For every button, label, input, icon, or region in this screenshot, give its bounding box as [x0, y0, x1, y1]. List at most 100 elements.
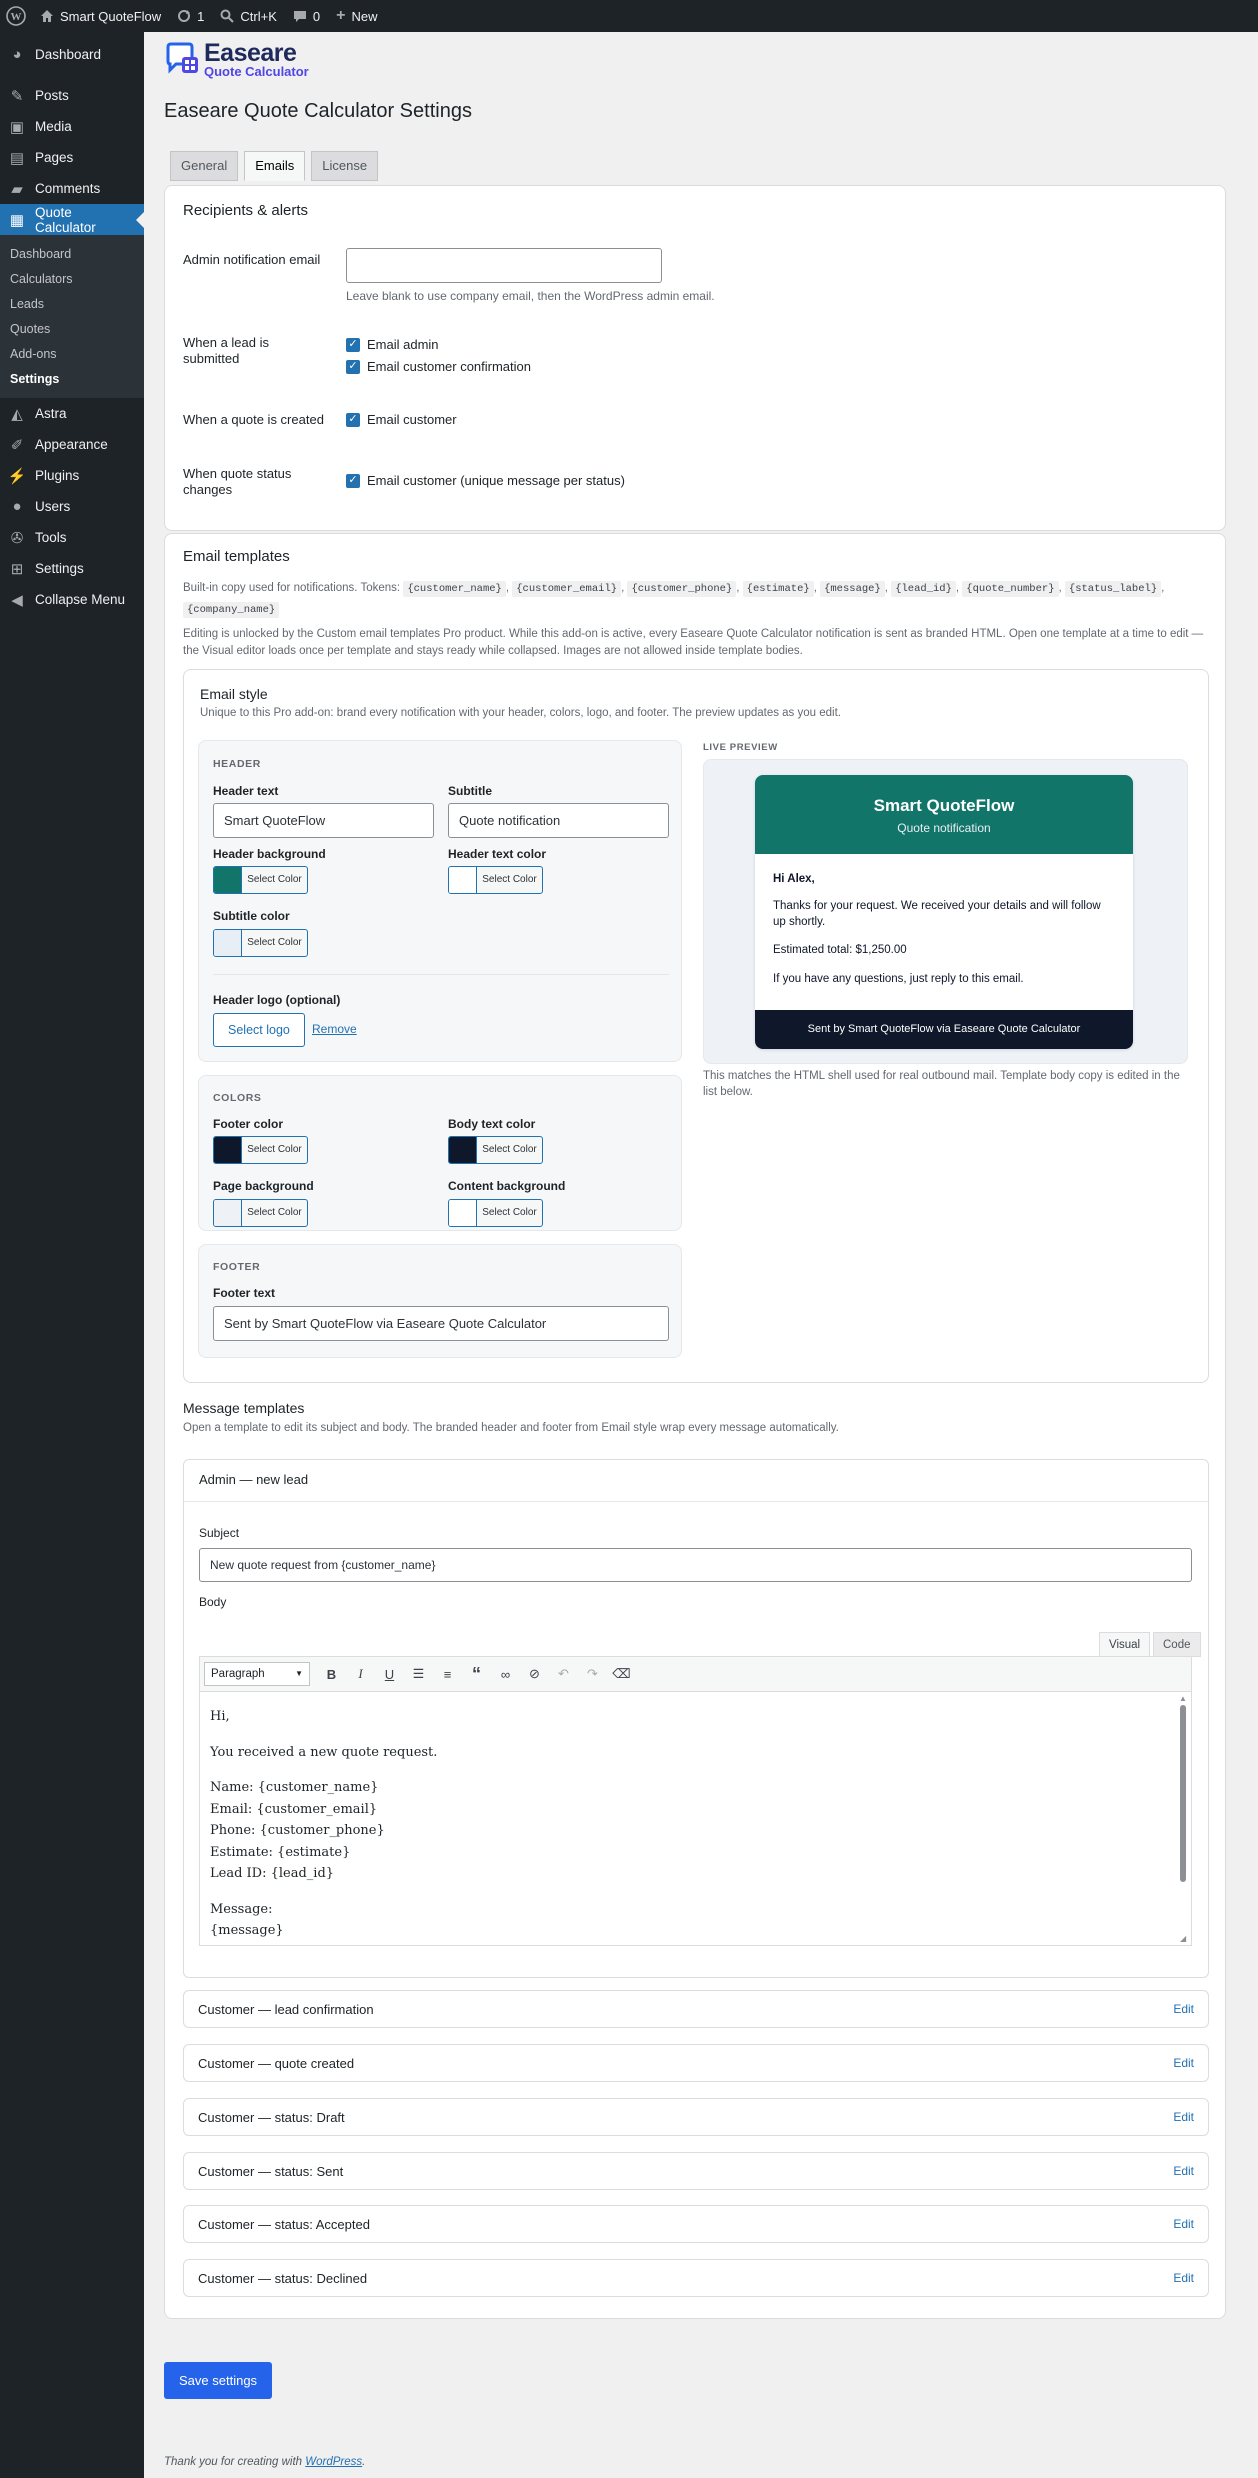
- menu-dashboard[interactable]: ◕ Dashboard: [0, 39, 144, 70]
- tab-license[interactable]: License: [311, 151, 379, 181]
- underline-icon[interactable]: U: [376, 1661, 403, 1687]
- body-line: Name: {customer_name}: [210, 1780, 379, 1795]
- numbered-list-icon[interactable]: ≡: [434, 1661, 461, 1687]
- search-icon: [220, 9, 235, 23]
- link-icon[interactable]: ∞: [492, 1661, 519, 1687]
- collapse-icon: ◀: [11, 591, 23, 609]
- main-content: Easeare Quote Calculator Easeare Quote C…: [164, 32, 1226, 2468]
- color-swatch: [214, 1200, 242, 1226]
- menu-appearance[interactable]: ✐ Appearance: [0, 429, 144, 460]
- submenu-add-ons[interactable]: Add-ons: [0, 342, 144, 367]
- menu-plugins[interactable]: ⚡ Plugins: [0, 460, 144, 491]
- comments-link[interactable]: 0: [285, 0, 328, 32]
- subject-field[interactable]: New quote request from {customer_name}: [199, 1548, 1192, 1582]
- footer-text-label: Footer text: [213, 1286, 276, 1300]
- template-title[interactable]: Admin — new lead: [199, 1472, 308, 1487]
- footer-text-field[interactable]: Sent by Smart QuoteFlow via Easeare Quot…: [213, 1306, 669, 1341]
- menu-tools[interactable]: ✇ Tools: [0, 522, 144, 553]
- email-customer-confirmation-checkbox[interactable]: ✓ Email customer confirmation: [346, 356, 531, 377]
- remove-logo-link[interactable]: Remove: [312, 1022, 357, 1036]
- clear-formatting-icon[interactable]: ⌫: [608, 1661, 635, 1687]
- editor-scrollbar[interactable]: ▲: [1178, 1694, 1188, 1934]
- header-text-color-picker[interactable]: Select Color: [448, 866, 543, 894]
- redo-icon[interactable]: ↷: [579, 1661, 606, 1687]
- recipients-card: Recipients & alerts Admin notification e…: [164, 185, 1226, 531]
- color-swatch: [214, 867, 242, 893]
- menu-astra[interactable]: ◭ Astra: [0, 398, 144, 429]
- body-text-color-picker[interactable]: Select Color: [448, 1136, 543, 1164]
- wordpress-icon: W: [6, 6, 26, 26]
- menu-media[interactable]: ▣ Media: [0, 111, 144, 142]
- admin-email-field[interactable]: [346, 248, 662, 283]
- editor-body[interactable]: Hi, You received a new quote request. Na…: [199, 1692, 1192, 1946]
- live-preview-caption: LIVE PREVIEW: [703, 742, 778, 753]
- submenu-calculators[interactable]: Calculators: [0, 267, 144, 292]
- content-bg-color-picker[interactable]: Select Color: [448, 1199, 543, 1227]
- edit-link[interactable]: Edit: [1173, 2056, 1194, 2070]
- template-customer-status-draft[interactable]: Customer — status: Draft Edit: [183, 2098, 1209, 2136]
- footer-caption: FOOTER: [213, 1261, 261, 1273]
- header-text-field[interactable]: Smart QuoteFlow: [213, 803, 434, 838]
- undo-icon[interactable]: ↶: [550, 1661, 577, 1687]
- search-shortcut[interactable]: Ctrl+K: [212, 0, 284, 32]
- dropdown-arrow-icon: ▼: [295, 1669, 303, 1678]
- new-content-link[interactable]: + New: [328, 0, 385, 32]
- site-name-link[interactable]: Smart QuoteFlow: [32, 0, 169, 32]
- email-customer-status-checkbox[interactable]: ✓ Email customer (unique message per stat…: [346, 470, 625, 491]
- scroll-thumb[interactable]: [1180, 1705, 1186, 1882]
- template-customer-status-accepted[interactable]: Customer — status: Accepted Edit: [183, 2205, 1209, 2243]
- message-templates-title: Message templates: [183, 1400, 305, 1416]
- blockquote-icon[interactable]: “: [463, 1661, 490, 1687]
- menu-collapse[interactable]: ◀ Collapse Menu: [0, 584, 144, 615]
- template-customer-status-sent[interactable]: Customer — status: Sent Edit: [183, 2152, 1209, 2190]
- menu-posts[interactable]: ✎ Posts: [0, 80, 144, 111]
- updates-link[interactable]: 1: [169, 0, 212, 32]
- wordpress-link[interactable]: WordPress: [305, 2456, 362, 2468]
- subtitle-color-picker[interactable]: Select Color: [213, 929, 308, 957]
- template-customer-status-declined[interactable]: Customer — status: Declined Edit: [183, 2259, 1209, 2297]
- menu-settings[interactable]: ⊞ Settings: [0, 553, 144, 584]
- page-bg-color-picker[interactable]: Select Color: [213, 1199, 308, 1227]
- select-logo-button[interactable]: Select logo: [213, 1013, 305, 1047]
- tab-emails[interactable]: Emails: [244, 151, 306, 181]
- submenu-dashboard[interactable]: Dashboard: [0, 242, 144, 267]
- format-select[interactable]: Paragraph ▼: [204, 1662, 310, 1686]
- email-customer-quote-checkbox[interactable]: ✓ Email customer: [346, 409, 457, 430]
- divider: [213, 974, 669, 975]
- subtitle-field[interactable]: Quote notification: [448, 803, 669, 838]
- wordpress-logo-button[interactable]: W: [0, 0, 32, 32]
- tab-general[interactable]: General: [170, 151, 239, 181]
- settings-tabs: General Emails License: [164, 151, 1226, 181]
- edit-link[interactable]: Edit: [1173, 2002, 1194, 2016]
- email-admin-checkbox[interactable]: ✓ Email admin: [346, 334, 439, 355]
- save-settings-button[interactable]: Save settings: [164, 2362, 273, 2399]
- submenu-settings[interactable]: Settings: [0, 367, 144, 392]
- menu-quote-calculator[interactable]: ▦ Quote Calculator: [0, 204, 144, 235]
- menu-users[interactable]: ● Users: [0, 491, 144, 522]
- submenu-leads[interactable]: Leads: [0, 292, 144, 317]
- footer-color-picker[interactable]: Select Color: [213, 1136, 308, 1164]
- body-text-color-label: Body text color: [448, 1117, 536, 1131]
- bold-icon[interactable]: B: [318, 1661, 345, 1687]
- editor-tab-code[interactable]: Code: [1153, 1632, 1201, 1657]
- footer-color-label: Footer color: [213, 1117, 284, 1131]
- editor-tab-visual[interactable]: Visual: [1099, 1632, 1151, 1657]
- template-customer-quote-created[interactable]: Customer — quote created Edit: [183, 2044, 1209, 2082]
- header-text-label: Header text: [213, 784, 279, 798]
- menu-pages[interactable]: ▤ Pages: [0, 142, 144, 173]
- admin-sidebar: ◕ Dashboard ✎ Posts ▣ Media ▤ Pages ▰ Comment…: [0, 32, 144, 2478]
- content-bg-label: Content background: [448, 1179, 566, 1193]
- template-customer-lead-confirmation[interactable]: Customer — lead confirmation Edit: [183, 1990, 1209, 2028]
- resize-handle-icon[interactable]: ◢: [1180, 1934, 1186, 1943]
- edit-link[interactable]: Edit: [1173, 2110, 1194, 2124]
- edit-link[interactable]: Edit: [1173, 2271, 1194, 2285]
- edit-link[interactable]: Edit: [1173, 2164, 1194, 2178]
- edit-link[interactable]: Edit: [1173, 2217, 1194, 2231]
- italic-icon[interactable]: I: [347, 1661, 374, 1687]
- submenu-quotes[interactable]: Quotes: [0, 317, 144, 342]
- plus-icon: +: [336, 7, 346, 24]
- header-bg-color-picker[interactable]: Select Color: [213, 866, 308, 894]
- bullet-list-icon[interactable]: ☰: [405, 1661, 432, 1687]
- unlink-icon[interactable]: ⊘: [521, 1661, 548, 1687]
- menu-comments[interactable]: ▰ Comments: [0, 173, 144, 204]
